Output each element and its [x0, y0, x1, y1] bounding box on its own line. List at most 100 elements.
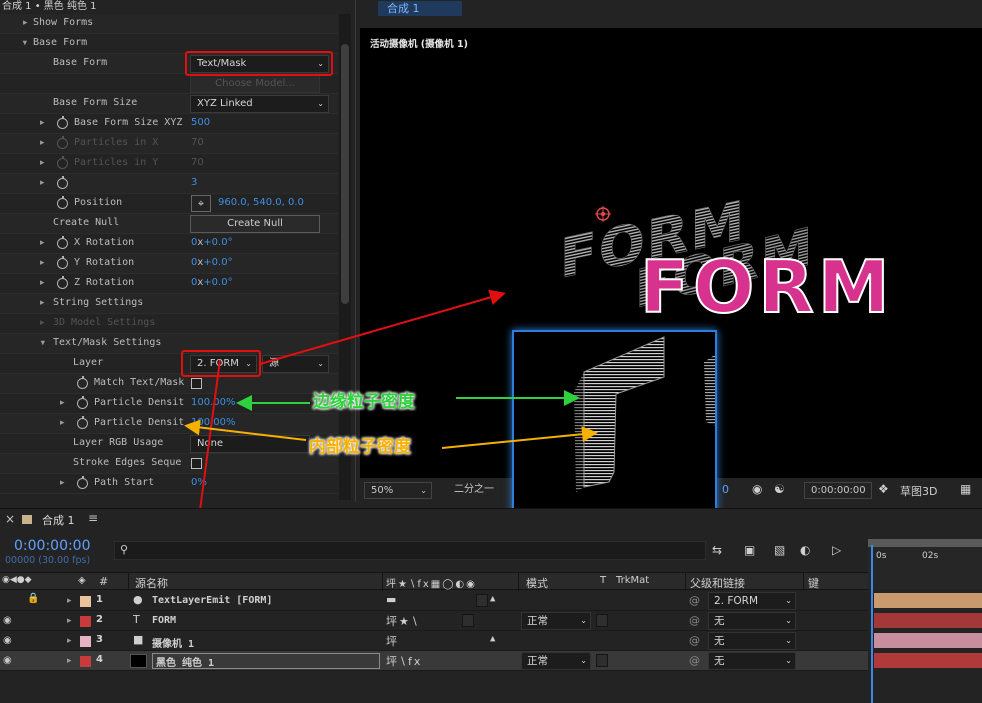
collapse-arrow-icon[interactable]: ▸: [37, 341, 47, 346]
3d-layer-icon[interactable]: ▲: [490, 634, 502, 647]
layer-search-input[interactable]: ⚲: [114, 541, 706, 560]
size-xyz-value[interactable]: 500: [191, 117, 210, 128]
expand-arrow-icon[interactable]: ▸: [23, 18, 28, 28]
scrollbar-thumb[interactable]: [341, 44, 349, 304]
shy-layers-icon[interactable]: ▧: [774, 543, 785, 557]
row-show-forms[interactable]: ▸ Show Forms: [0, 14, 338, 34]
switch-box[interactable]: [476, 594, 488, 607]
preserve-transparency-box[interactable]: [596, 654, 608, 667]
pick-whip-icon[interactable]: @: [689, 614, 700, 627]
layer-duration-bar-4[interactable]: [874, 653, 982, 668]
layer-name[interactable]: TextLayerEmit [FORM]: [152, 595, 272, 606]
layer-color-label[interactable]: [80, 636, 91, 647]
layer-row-3[interactable]: ◉ ▸ 3 ■ 摄像机 1 坪 ▲ @ 无 ⌄: [0, 631, 868, 651]
lock-icon[interactable]: 🔒: [27, 593, 39, 606]
unnamed-param-value[interactable]: 3: [191, 177, 197, 188]
expand-arrow-icon[interactable]: ▸: [40, 238, 45, 248]
stopwatch-icon[interactable]: [57, 256, 68, 269]
stopwatch-icon[interactable]: [77, 376, 88, 389]
close-icon[interactable]: ×: [5, 512, 15, 526]
crosshair-icon[interactable]: ⌖: [191, 195, 211, 212]
z-rotation-value[interactable]: 0x+0.0°: [191, 277, 233, 288]
parent-dropdown[interactable]: 2. FORM ⌄: [708, 592, 796, 610]
column-mode[interactable]: 模式: [526, 575, 548, 591]
comp-flowchart-icon[interactable]: ⇆: [712, 543, 722, 557]
expand-arrow-icon[interactable]: ▸: [40, 158, 45, 168]
preserve-transparency-box[interactable]: [596, 614, 608, 627]
layer-switches[interactable]: ▬: [386, 593, 398, 606]
create-null-button[interactable]: Create Null: [190, 215, 320, 233]
draft-3d-icon[interactable]: ▣: [744, 543, 755, 557]
visibility-eye-icon[interactable]: ◉: [3, 655, 12, 666]
expand-arrow-icon[interactable]: ▸: [40, 278, 45, 288]
tab-menu-icon[interactable]: ≡: [88, 511, 98, 525]
timecode-display[interactable]: 0:00:00:00: [804, 482, 872, 499]
current-time[interactable]: 0:00:00:00: [14, 538, 91, 554]
column-source-name[interactable]: 源名称: [135, 575, 168, 591]
motion-blur-icon[interactable]: ◐: [800, 543, 810, 557]
base-form-size-dropdown[interactable]: XYZ Linked ⌄: [190, 95, 329, 113]
rgb-usage-dropdown[interactable]: None: [190, 435, 310, 453]
expand-arrow-icon[interactable]: ▸: [67, 636, 72, 646]
stopwatch-icon[interactable]: [57, 176, 68, 189]
pick-whip-icon[interactable]: @: [689, 594, 700, 607]
layer-name[interactable]: 摄像机 1: [152, 635, 194, 650]
renderer-icon[interactable]: ❖: [878, 482, 889, 496]
parent-dropdown[interactable]: 无 ⌄: [708, 632, 796, 650]
layer-switches[interactable]: 坪: [386, 633, 399, 649]
row-text-mask-settings[interactable]: ▸ Text/Mask Settings: [0, 334, 338, 354]
visibility-eye-icon[interactable]: ◉: [3, 635, 12, 646]
time-ruler[interactable]: 0s 02s: [868, 539, 982, 589]
layer-duration-bar-2[interactable]: [874, 613, 982, 628]
stopwatch-icon[interactable]: [57, 116, 68, 129]
expand-arrow-icon[interactable]: ▸: [60, 398, 65, 408]
layer-color-label[interactable]: [80, 616, 91, 627]
layer-duration-bar-3[interactable]: [874, 633, 982, 648]
expand-arrow-icon[interactable]: ▸: [67, 656, 72, 666]
expand-arrow-icon[interactable]: ▸: [60, 478, 65, 488]
match-text-checkbox[interactable]: [191, 378, 202, 389]
expand-arrow-icon[interactable]: ▸: [40, 298, 45, 308]
pick-whip-icon[interactable]: @: [689, 654, 700, 667]
collapse-arrow-icon[interactable]: ▸: [19, 41, 29, 46]
current-time-indicator[interactable]: [871, 545, 873, 703]
y-rotation-value[interactable]: 0x+0.0°: [191, 257, 233, 268]
choose-model-button[interactable]: Choose Model...: [190, 75, 320, 93]
renderer-label[interactable]: 草图3D: [900, 483, 937, 499]
expand-arrow-icon[interactable]: ▸: [40, 118, 45, 128]
layer-switches[interactable]: 坪∖fx: [386, 653, 422, 669]
stopwatch-icon[interactable]: [77, 396, 88, 409]
density-inner-value[interactable]: 100.00%: [191, 417, 236, 428]
parent-dropdown[interactable]: 无 ⌄: [708, 652, 796, 670]
layer-row-4[interactable]: ◉ ▸ 4 黑色 纯色 1 坪∖fx 正常 ⌄ @ 无 ⌄: [0, 651, 868, 671]
layer-source-dropdown[interactable]: 源 ⌄: [262, 355, 329, 373]
view-layout-icon[interactable]: ▦: [960, 482, 971, 496]
composition-tab[interactable]: 合成 1: [378, 1, 462, 16]
layer-switches[interactable]: 坪★∖: [386, 613, 420, 629]
expand-arrow-icon[interactable]: ▸: [40, 178, 45, 188]
column-parent[interactable]: 父级和链接: [690, 575, 745, 591]
pick-whip-icon[interactable]: @: [689, 634, 700, 647]
layer-color-label[interactable]: [80, 596, 91, 607]
resolution-dropdown[interactable]: 二分之一: [448, 482, 508, 499]
stopwatch-icon[interactable]: [57, 196, 68, 209]
blend-mode-dropdown[interactable]: 正常 ⌄: [521, 612, 591, 630]
position-value[interactable]: 960.0, 540.0, 0.0: [218, 197, 304, 208]
expand-arrow-icon[interactable]: ▸: [67, 596, 72, 606]
expand-arrow-icon[interactable]: ▸: [67, 616, 72, 626]
stopwatch-icon[interactable]: [57, 236, 68, 249]
layer-name[interactable]: FORM: [152, 615, 176, 626]
stopwatch-icon[interactable]: [77, 476, 88, 489]
expand-arrow-icon[interactable]: ▸: [40, 258, 45, 268]
layer-name[interactable]: 黑色 纯色 1: [152, 653, 380, 669]
switch-box[interactable]: [462, 614, 474, 627]
parent-dropdown[interactable]: 无 ⌄: [708, 612, 796, 630]
stroke-edges-checkbox[interactable]: [191, 458, 202, 469]
expand-arrow-icon[interactable]: ▸: [40, 318, 45, 328]
x-rotation-value[interactable]: 0x+0.0°: [191, 237, 233, 248]
layer-row-2[interactable]: ◉ ▸ 2 T FORM 坪★∖ 正常 ⌄ @ 无 ⌄: [0, 611, 868, 631]
effect-panel-scrollbar[interactable]: [339, 14, 351, 500]
work-area-bar[interactable]: [868, 539, 982, 547]
density-edge-value[interactable]: 100.00%: [191, 397, 236, 408]
timeline-tab[interactable]: 合成 1: [42, 512, 75, 528]
